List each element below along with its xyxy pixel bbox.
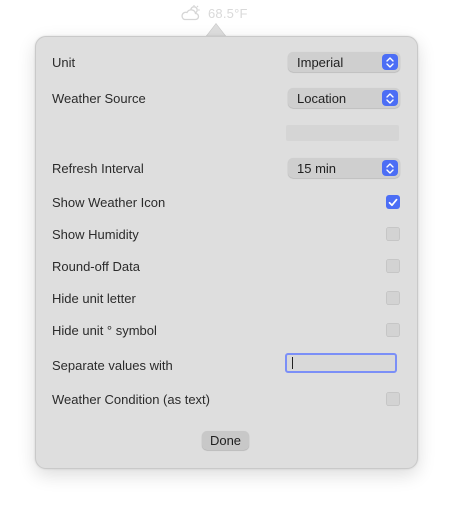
screen: 68.5°F Unit Imperial Weather Source Loca… [0,0,452,507]
cloud-sun-icon [180,5,202,21]
weather-condition-label: Weather Condition (as text) [52,391,210,407]
location-field-disabled [286,125,399,141]
chevron-up-down-icon [382,160,398,176]
hide-unit-letter-row: Hide unit letter [52,288,400,308]
weather-source-select[interactable]: Location [288,88,400,108]
unit-select[interactable]: Imperial [288,52,400,72]
hide-unit-symbol-label: Hide unit ° symbol [52,322,157,338]
weather-source-label: Weather Source [52,90,146,106]
refresh-interval-label: Refresh Interval [52,160,144,176]
refresh-interval-select[interactable]: 15 min [288,158,400,178]
chevron-up-down-icon [382,90,398,106]
unit-label: Unit [52,54,76,70]
round-off-data-label: Round-off Data [52,258,140,274]
show-weather-icon-row: Show Weather Icon [52,192,400,212]
unit-select-value: Imperial [297,54,344,70]
show-humidity-row: Show Humidity [52,224,400,244]
hide-unit-letter-label: Hide unit letter [52,290,136,306]
show-humidity-checkbox[interactable] [386,227,400,241]
separator-input[interactable] [285,353,397,373]
hide-unit-letter-checkbox[interactable] [386,291,400,305]
hide-unit-symbol-row: Hide unit ° symbol [52,320,400,340]
chevron-up-down-icon [382,54,398,70]
checkmark-icon [388,198,398,206]
menubar-weather-item[interactable]: 68.5°F [180,3,248,23]
text-caret [292,357,293,369]
show-weather-icon-checkbox[interactable] [386,195,400,209]
done-button[interactable]: Done [202,431,249,450]
round-off-data-checkbox[interactable] [386,259,400,273]
show-weather-icon-label: Show Weather Icon [52,194,166,210]
show-humidity-label: Show Humidity [52,226,139,242]
hide-unit-symbol-checkbox[interactable] [386,323,400,337]
weather-condition-checkbox[interactable] [386,392,400,406]
weather-source-select-value: Location [297,90,347,106]
weather-condition-row: Weather Condition (as text) [52,389,400,409]
refresh-interval-select-value: 15 min [297,160,337,176]
separate-values-label: Separate values with [52,357,173,373]
round-off-data-row: Round-off Data [52,256,400,276]
menubar-temperature: 68.5°F [208,5,248,21]
